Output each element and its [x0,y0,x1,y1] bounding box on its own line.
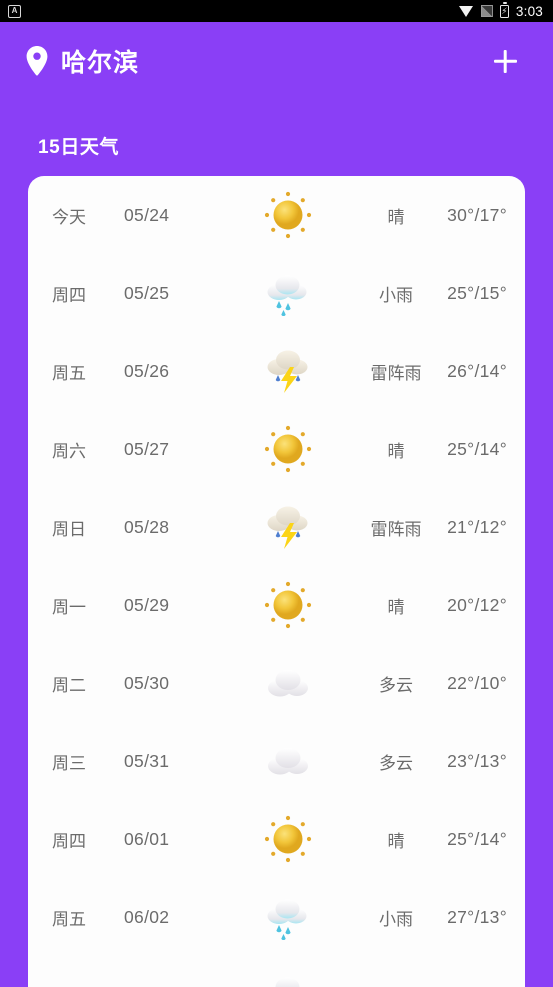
forecast-condition: 小雨 [348,983,444,987]
forecast-row[interactable]: 周日 05/28 雷阵雨 21°/12° [28,488,525,566]
forecast-row[interactable]: 周二 05/30 多云 22°/10° [28,644,525,722]
forecast-day: 周五 [52,909,86,929]
page-background: 哈尔滨 15日天气 今天 05/24 晴 30°/17° 周四 05/25 小雨 25°/15… [0,22,553,987]
forecast-row[interactable]: 周四 05/25 小雨 25°/15° [28,254,525,332]
city-name: 哈尔滨 [61,49,140,77]
forecast-row[interactable]: 周五 05/26 雷阵雨 26°/14° [28,332,525,410]
forecast-date: 05/24 [124,204,170,225]
forecast-day: 周六 [52,983,124,987]
forecast-row[interactable]: 周五 06/02 小雨 27°/13° [28,878,525,956]
forecast-temperature: 20°/12° [447,594,507,615]
forecast-day: 周四 [52,285,86,305]
sunny-icon [228,579,348,631]
cloudy-icon [228,735,348,787]
location-pin-icon [26,46,48,76]
forecast-temperature: 25°/14° [447,828,507,849]
light-rain-icon [228,267,348,319]
forecast-row[interactable]: 周六 05/27 晴 25°/14° [28,410,525,488]
forecast-condition: 多云 [379,753,413,773]
weather-app-screen: A ⚡ 3:03 哈尔滨 15日天气 今天 05/24 晴 30°/17° 周四… [0,0,553,987]
sunny-icon [228,189,348,241]
forecast-condition: 晴 [387,441,405,461]
forecast-condition: 晴 [387,597,405,617]
forecast-day: 周三 [52,753,86,773]
wifi-icon [458,5,474,17]
forecast-day: 周一 [52,597,86,617]
sunny-icon [228,813,348,865]
forecast-condition: 晴 [387,207,405,227]
forecast-row[interactable]: 周一 05/29 晴 20°/12° [28,566,525,644]
forecast-date: 05/26 [124,360,170,381]
forecast-row[interactable]: 周四 06/01 晴 25°/14° [28,800,525,878]
forecast-temperature: 21°/12° [447,516,507,537]
light-rain-icon [228,891,348,943]
forecast-condition: 小雨 [379,909,413,929]
forecast-date: 06/02 [124,906,170,927]
sunny-icon [228,423,348,475]
thunderstorm-icon [228,345,348,397]
forecast-date: 05/28 [124,516,170,537]
status-bar: A ⚡ 3:03 [0,0,553,22]
thunderstorm-icon [228,501,348,553]
forecast-temperature: 22°/10° [447,672,507,693]
forecast-day: 周二 [52,675,86,695]
forecast-day: 周六 [52,441,86,461]
cloudy-icon [228,657,348,709]
forecast-temperature: 23°/13° [447,750,507,771]
app-header: 哈尔滨 [0,22,553,100]
forecast-date: 05/25 [124,282,170,303]
forecast-date: 06/01 [124,828,170,849]
forecast-temperature: 25°/15° [447,282,507,303]
light-rain-icon [228,969,348,987]
forecast-temperature: 25°/14° [447,438,507,459]
status-bar-left: A [8,4,21,18]
forecast-day: 周日 [52,519,86,539]
status-bar-right: ⚡ 3:03 [458,2,543,19]
forecast-condition: 晴 [387,831,405,851]
forecast-temperature: 27°/13° [447,906,507,927]
signal-icon [481,5,493,17]
forecast-condition: 雷阵雨 [370,519,422,539]
forecast-date: 05/29 [124,594,170,615]
forecast-row[interactable]: 今天 05/24 晴 30°/17° [28,176,525,254]
battery-charging-icon: ⚡ [499,2,509,18]
location-display[interactable]: 哈尔滨 [26,43,139,79]
forecast-day: 周四 [52,831,86,851]
forecast-condition: 小雨 [379,285,413,305]
add-city-button[interactable] [485,41,525,81]
forecast-date: 05/30 [124,672,170,693]
forecast-card: 今天 05/24 晴 30°/17° 周四 05/25 小雨 25°/15° 周五 05/26 雷阵… [28,176,525,987]
forecast-day: 周五 [52,363,86,383]
status-bar-clock: 3:03 [515,3,543,19]
forecast-row[interactable]: 周六06/03小雨20°/12° [28,956,525,987]
section-title: 15日天气 [38,137,120,158]
forecast-temperature: 26°/14° [447,360,507,381]
forecast-row[interactable]: 周三 05/31 多云 23°/13° [28,722,525,800]
forecast-condition: 多云 [379,675,413,695]
forecast-list: 今天 05/24 晴 30°/17° 周四 05/25 小雨 25°/15° 周五 05/26 雷阵… [28,176,525,987]
forecast-date: 05/31 [124,750,170,771]
forecast-temperature: 30°/17° [447,204,507,225]
app-letter-icon: A [8,4,21,18]
forecast-date: 05/27 [124,438,170,459]
forecast-condition: 雷阵雨 [370,363,422,383]
forecast-day: 今天 [52,207,86,227]
